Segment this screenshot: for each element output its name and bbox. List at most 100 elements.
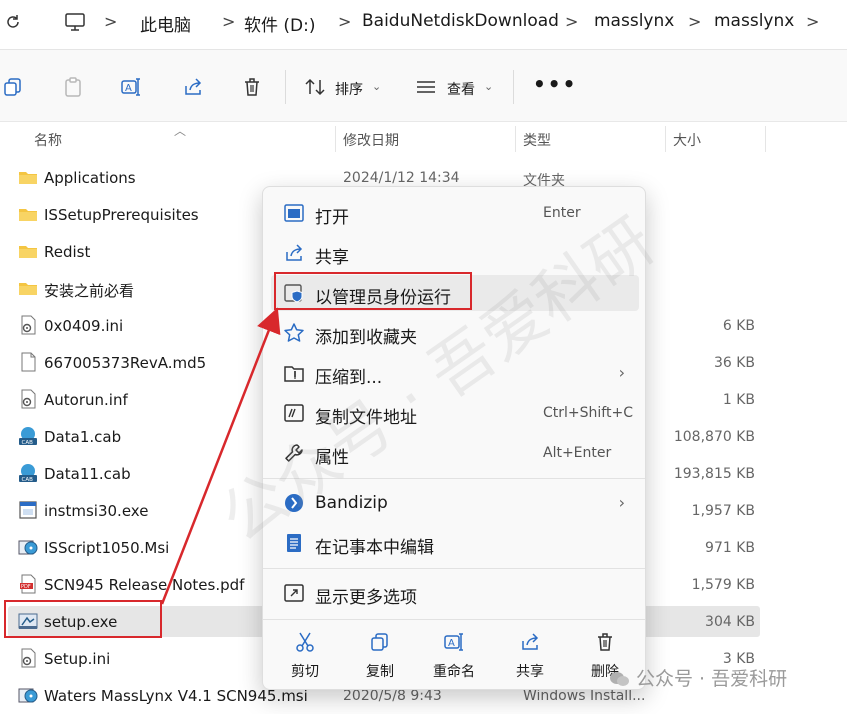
breadcrumb-item[interactable]: BaiduNetdiskDownload bbox=[362, 11, 559, 31]
file-date: 2024/1/12 14:34 bbox=[343, 170, 460, 186]
file-size: 36 KB bbox=[713, 355, 755, 371]
breadcrumb-separator: > bbox=[338, 12, 352, 31]
file-icon bbox=[18, 352, 38, 372]
menu-item-copy-path[interactable]: 复制文件地址 Ctrl+Shift+C bbox=[271, 395, 639, 431]
menu-item-properties[interactable]: 属性 Alt+Enter bbox=[271, 435, 639, 471]
svg-text:CAB: CAB bbox=[22, 477, 34, 483]
menu-item-label: 添加到收藏夹 bbox=[315, 328, 417, 348]
breadcrumb-separator: > bbox=[565, 12, 579, 31]
file-name: Data11.cab bbox=[44, 465, 131, 483]
column-divider[interactable] bbox=[335, 126, 336, 152]
folder-icon bbox=[18, 167, 38, 187]
column-divider[interactable] bbox=[515, 126, 516, 152]
menu-item-label: 打开 bbox=[315, 208, 349, 228]
cab-icon: CAB bbox=[18, 463, 38, 483]
file-name: 0x0409.ini bbox=[44, 317, 124, 335]
quick-action-label: 重命名 bbox=[433, 664, 475, 680]
rename-icon[interactable]: A bbox=[120, 76, 142, 98]
file-name: SCN945 Release Notes.pdf bbox=[44, 576, 245, 594]
paste-icon[interactable] bbox=[62, 76, 84, 98]
menu-item-label: Bandizip bbox=[315, 493, 388, 513]
chevron-down-icon: ⌄ bbox=[372, 80, 382, 93]
file-size: 193,815 KB bbox=[673, 466, 755, 482]
watermark-corner: 公众号 · 吾爱科研 bbox=[610, 664, 787, 691]
menu-item-label: 属性 bbox=[315, 448, 349, 468]
quick-action-share[interactable]: 共享 bbox=[502, 631, 558, 683]
menu-item-label: 复制文件地址 bbox=[315, 408, 417, 428]
address-bar: > 此电脑 > 软件 (D:) > BaiduNetdiskDownload >… bbox=[0, 0, 847, 50]
menu-item-shortcut: Ctrl+Shift+C bbox=[543, 405, 633, 421]
menu-item-show-more-options[interactable]: 显示更多选项 bbox=[271, 575, 639, 611]
folder-icon bbox=[18, 278, 38, 298]
quick-action-label: 复制 bbox=[366, 664, 394, 680]
file-name: 安装之前必看 bbox=[44, 282, 135, 300]
file-name: ISScript1050.Msi bbox=[44, 539, 170, 557]
more-options-icon bbox=[283, 582, 305, 604]
folder-icon bbox=[18, 241, 38, 261]
svg-text:A: A bbox=[448, 638, 455, 649]
file-name: Setup.ini bbox=[44, 650, 111, 668]
view-button-label[interactable]: 查看 bbox=[447, 79, 475, 99]
menu-item-label: 显示更多选项 bbox=[315, 588, 417, 608]
file-name: Redist bbox=[44, 243, 91, 261]
share-icon[interactable] bbox=[182, 76, 204, 98]
toolbar-divider bbox=[285, 70, 286, 104]
file-size: 6 KB bbox=[722, 318, 755, 334]
breadcrumb-item[interactable]: 此电脑 bbox=[140, 11, 191, 36]
toolbar-divider bbox=[513, 70, 514, 104]
cut-icon bbox=[294, 631, 316, 653]
chevron-right-icon: › bbox=[618, 493, 625, 512]
quick-action-copy[interactable]: 复制 bbox=[352, 631, 408, 683]
menu-item-open[interactable]: 打开 Enter bbox=[271, 195, 639, 231]
cab-icon: CAB bbox=[18, 426, 38, 446]
column-header-size[interactable]: 大小 bbox=[673, 130, 701, 150]
column-divider[interactable] bbox=[765, 126, 766, 152]
menu-item-share[interactable]: 共享 bbox=[271, 235, 639, 271]
sort-up-icon: ︿ bbox=[174, 124, 187, 138]
menu-item-label: 压缩到... bbox=[315, 368, 383, 388]
menu-item-bandizip[interactable]: Bandizip › bbox=[271, 485, 639, 521]
file-size: 304 KB bbox=[705, 614, 755, 630]
menu-item-add-favorite[interactable]: 添加到收藏夹 bbox=[271, 315, 639, 351]
menu-separator bbox=[263, 619, 645, 620]
column-headers: ︿ 名称 修改日期 类型 大小 bbox=[0, 122, 847, 154]
exe-icon bbox=[18, 500, 38, 520]
more-options-button[interactable]: ••• bbox=[533, 72, 577, 96]
column-header-date[interactable]: 修改日期 bbox=[343, 130, 399, 150]
sort-button-label[interactable]: 排序 bbox=[335, 79, 363, 99]
file-name: 667005373RevA.md5 bbox=[44, 354, 207, 372]
breadcrumb-separator: > bbox=[688, 12, 702, 31]
notepad-icon bbox=[283, 532, 305, 554]
column-header-type[interactable]: 类型 bbox=[523, 130, 551, 150]
refresh-icon[interactable] bbox=[4, 13, 22, 31]
delete-icon[interactable] bbox=[241, 76, 263, 98]
chevron-right-icon: › bbox=[618, 363, 625, 382]
breadcrumb-item[interactable]: masslynx bbox=[594, 11, 674, 31]
breadcrumb-item[interactable]: masslynx bbox=[714, 11, 794, 31]
share-icon bbox=[283, 242, 305, 264]
copy-icon[interactable] bbox=[2, 76, 24, 98]
command-toolbar: A 排序 ⌄ 查看 ⌄ ••• bbox=[0, 50, 847, 122]
quick-action-cut[interactable]: 剪切 bbox=[277, 631, 333, 683]
chevron-down-icon: ⌄ bbox=[484, 80, 494, 93]
file-name: ISSetupPrerequisites bbox=[44, 206, 199, 224]
sort-icon[interactable] bbox=[304, 76, 326, 98]
column-header-name[interactable]: 名称 bbox=[34, 130, 62, 150]
svg-text:CAB: CAB bbox=[22, 440, 34, 446]
wrench-icon bbox=[283, 442, 305, 464]
file-size: 1 KB bbox=[722, 392, 755, 408]
breadcrumb-item[interactable]: 软件 (D:) bbox=[244, 11, 316, 36]
settings-file-icon bbox=[18, 648, 38, 668]
star-icon bbox=[283, 322, 305, 344]
column-divider[interactable] bbox=[665, 126, 666, 152]
quick-action-rename[interactable]: A 重命名 bbox=[426, 631, 482, 683]
breadcrumb-separator: > bbox=[104, 12, 118, 31]
copy-icon bbox=[369, 631, 391, 653]
view-icon[interactable] bbox=[415, 76, 437, 98]
msi-icon bbox=[18, 537, 38, 557]
watermark-text: 公众号 · 吾爱科研 bbox=[636, 668, 788, 690]
bandizip-icon bbox=[283, 492, 305, 514]
file-size: 108,870 KB bbox=[673, 429, 755, 445]
menu-item-edit-notepad[interactable]: 在记事本中编辑 bbox=[271, 525, 639, 561]
menu-item-compress[interactable]: 压缩到... › bbox=[271, 355, 639, 391]
